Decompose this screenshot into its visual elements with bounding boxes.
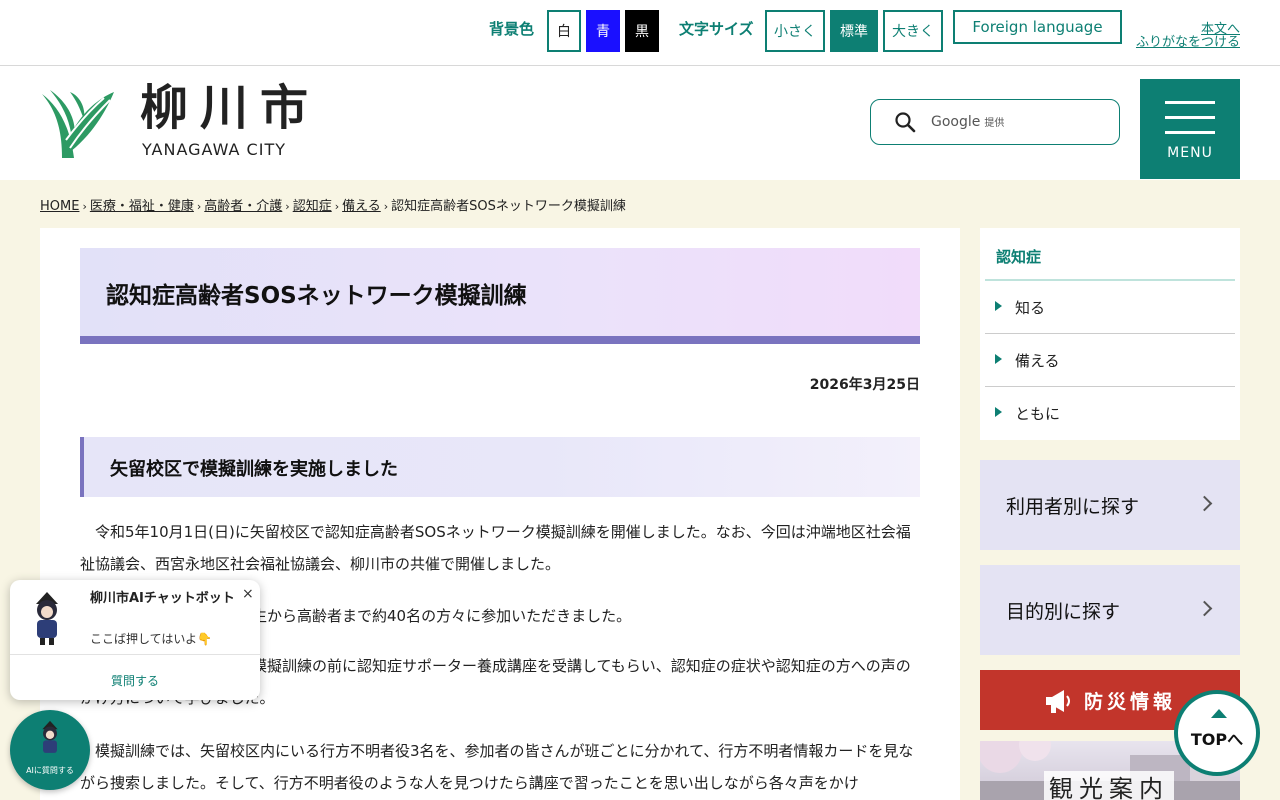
chatbot-subtitle: ここば押してはいよ👇 bbox=[90, 632, 213, 646]
menu-label: MENU bbox=[1167, 145, 1213, 161]
site-search-box[interactable]: Google 提供 bbox=[870, 99, 1120, 145]
city-logo-icon[interactable] bbox=[40, 86, 114, 158]
triangle-bullet-icon bbox=[995, 354, 1002, 364]
chatbot-popup[interactable]: 柳川市AIチャットボット ここば押してはいよ👇 × 質問する bbox=[10, 580, 260, 700]
search-icon[interactable] bbox=[893, 110, 917, 134]
hamburger-icon bbox=[1165, 101, 1215, 104]
breadcrumb-home[interactable]: HOME bbox=[40, 199, 79, 214]
breadcrumb-prepare[interactable]: 備える bbox=[342, 199, 381, 214]
breadcrumb-medical[interactable]: 医療・福祉・健康 bbox=[90, 199, 194, 214]
back-to-top-label: TOPへ bbox=[1190, 730, 1244, 749]
text-size-label: 文字サイズ bbox=[679, 20, 754, 38]
breadcrumb: HOME › 医療・福祉・健康 › 高齢者・介護 › 認知症 › 備える › 認知症高齢者SOSネッ… bbox=[40, 199, 626, 214]
article-paragraph-4: 模擬訓練では、矢留校区内にいる行方不明者役3名を、参加者の皆さんが班ごとに分かれ… bbox=[80, 742, 914, 792]
sidebar-category-nav: 認知症 知る 備える ともに bbox=[980, 228, 1240, 440]
bg-black-button[interactable]: 黒 bbox=[625, 10, 659, 52]
text-normal-button[interactable]: 標準 bbox=[830, 10, 878, 52]
page-title: 認知症高齢者SOSネットワーク模擬訓練 bbox=[106, 283, 527, 309]
article-paragraph-1: 令和5年10月1日(日)に矢留校区で認知症高齢者SOSネットワーク模擬訓練を開催… bbox=[80, 523, 911, 573]
tourism-label: 観光案内 bbox=[1044, 771, 1174, 800]
sidebar-item-label: 備える bbox=[1015, 352, 1060, 370]
triangle-bullet-icon bbox=[995, 407, 1002, 417]
site-header: 柳川市 YANAGAWA CITY Google 提供 MENU bbox=[0, 66, 1280, 180]
search-by-user-button[interactable]: 利用者別に探す bbox=[980, 460, 1240, 550]
search-provider-label: Google 提供 bbox=[931, 114, 1005, 130]
foreign-language-button[interactable]: Foreign language bbox=[953, 10, 1122, 44]
chatbot-avatar bbox=[36, 592, 58, 645]
sidebar-item-label: ともに bbox=[1015, 405, 1061, 423]
chatbot-avatar-icon bbox=[42, 720, 58, 753]
chatbot-ask-button[interactable]: 質問する bbox=[10, 672, 260, 689]
bg-white-button[interactable]: 白 bbox=[547, 10, 581, 52]
main-article: 認知症高齢者SOSネットワーク模擬訓練 2026年3月25日 矢留校区で模擬訓練… bbox=[40, 228, 960, 800]
sidebar-item-prepare[interactable]: 備える bbox=[985, 334, 1235, 387]
section-heading: 矢留校区で模擬訓練を実施しました bbox=[110, 459, 398, 480]
close-icon[interactable]: × bbox=[242, 586, 254, 602]
search-by-purpose-label: 目的別に探す bbox=[1006, 601, 1121, 623]
sidebar-item-label: 知る bbox=[1015, 299, 1046, 317]
back-to-top-button[interactable]: TOPへ bbox=[1174, 690, 1260, 776]
bg-blue-button[interactable]: 青 bbox=[586, 10, 620, 52]
breadcrumb-current: 認知症高齢者SOSネットワーク模擬訓練 bbox=[391, 199, 626, 214]
megaphone-icon bbox=[1046, 690, 1070, 713]
search-by-purpose-button[interactable]: 目的別に探す bbox=[980, 565, 1240, 655]
publish-date: 2026年3月25日 bbox=[809, 377, 920, 393]
triangle-bullet-icon bbox=[995, 301, 1002, 311]
text-small-button[interactable]: 小さく bbox=[765, 10, 825, 52]
sidebar-heading[interactable]: 認知症 bbox=[996, 246, 1041, 267]
breadcrumb-dementia[interactable]: 認知症 bbox=[293, 199, 332, 214]
sidebar-item-know[interactable]: 知る bbox=[985, 281, 1235, 334]
chatbot-title: 柳川市AIチャットボット bbox=[90, 591, 235, 606]
utility-bar: 背景色 白 青 黒 文字サイズ 小さく 標準 大きく Foreign langu… bbox=[0, 0, 1280, 66]
chevron-right-icon bbox=[1196, 495, 1213, 512]
furigana-link[interactable]: ふりがなをつける bbox=[1136, 31, 1240, 50]
chatbot-launcher-button[interactable]: AIに質問する bbox=[10, 710, 90, 790]
background-color-label: 背景色 bbox=[489, 20, 535, 38]
arrow-up-icon bbox=[1211, 709, 1227, 718]
breadcrumb-elderly[interactable]: 高齢者・介護 bbox=[204, 199, 282, 214]
city-name-jp[interactable]: 柳川市 bbox=[140, 82, 320, 134]
chevron-right-icon bbox=[1196, 600, 1213, 617]
page-title-banner: 認知症高齢者SOSネットワーク模擬訓練 bbox=[80, 248, 920, 344]
chatbot-launcher-label: AIに質問する bbox=[26, 766, 74, 775]
search-by-user-label: 利用者別に探す bbox=[1006, 496, 1140, 518]
disaster-info-label: 防災情報 bbox=[1084, 691, 1177, 713]
sidebar-item-together[interactable]: ともに bbox=[985, 387, 1235, 440]
text-large-button[interactable]: 大きく bbox=[883, 10, 943, 52]
section-heading-box: 矢留校区で模擬訓練を実施しました bbox=[80, 437, 920, 497]
menu-button[interactable]: MENU bbox=[1140, 79, 1240, 179]
city-name-en: YANAGAWA CITY bbox=[142, 140, 286, 159]
